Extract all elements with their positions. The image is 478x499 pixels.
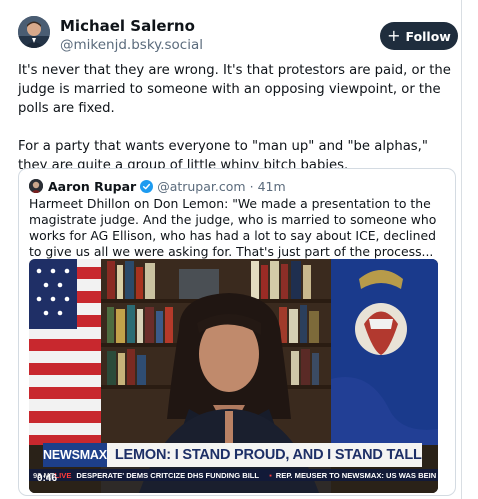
avatar-image xyxy=(18,16,50,48)
video-timestamp: 0:46 xyxy=(37,473,58,484)
ticker-story: REP. MEUSER TO NEWSMAX: US WAS BEIN xyxy=(275,470,437,480)
post-header: Michael Salerno @mikenjd.bsky.social + F… xyxy=(18,16,458,56)
network-logo: NEWSMAX xyxy=(43,443,107,467)
author-block: Michael Salerno @mikenjd.bsky.social xyxy=(60,17,203,54)
ticker-live-label: LIVE xyxy=(54,470,72,480)
ticker-separator-icon: ▪ xyxy=(269,470,272,480)
chyron-headline: LEMON: I STAND PROUD, AND I STAND TALL xyxy=(106,443,422,467)
quoted-post[interactable]: Aaron Rupar @atrupar.com · 41m Harmeet D… xyxy=(18,168,456,496)
plus-icon: + xyxy=(387,26,401,45)
author-handle[interactable]: @mikenjd.bsky.social xyxy=(60,36,203,54)
quoted-post-header: Aaron Rupar @atrupar.com · 41m xyxy=(29,177,286,195)
news-ticker: 93 MT LIVE DESPERATE' DEMS CRITCIZE DHS … xyxy=(29,469,438,481)
follow-button[interactable]: + Follow xyxy=(380,22,458,50)
post-text: It's never that they are wrong. It's tha… xyxy=(18,61,456,175)
follow-label: Follow xyxy=(405,28,451,44)
author-avatar[interactable] xyxy=(18,16,50,48)
lower-third: NEWSMAX LEMON: I STAND PROUD, AND I STAN… xyxy=(43,443,422,467)
verified-badge-icon xyxy=(140,179,154,193)
meta-separator: · xyxy=(249,178,254,194)
ticker-story: DESPERATE' DEMS CRITCIZE DHS FUNDING BIL… xyxy=(76,470,260,480)
quoted-author-handle[interactable]: @atrupar.com xyxy=(157,179,245,194)
quoted-post-time[interactable]: 41m xyxy=(258,179,286,194)
post-card: Michael Salerno @mikenjd.bsky.social + F… xyxy=(0,0,462,499)
quoted-author-avatar[interactable] xyxy=(29,179,43,193)
quoted-avatar-image xyxy=(29,179,43,193)
quoted-author-name[interactable]: Aaron Rupar xyxy=(48,179,136,194)
author-display-name[interactable]: Michael Salerno xyxy=(60,17,203,35)
post-paragraph-1: It's never that they are wrong. It's tha… xyxy=(18,63,451,116)
video-player[interactable]: NEWSMAX LEMON: I STAND PROUD, AND I STAN… xyxy=(29,259,438,493)
